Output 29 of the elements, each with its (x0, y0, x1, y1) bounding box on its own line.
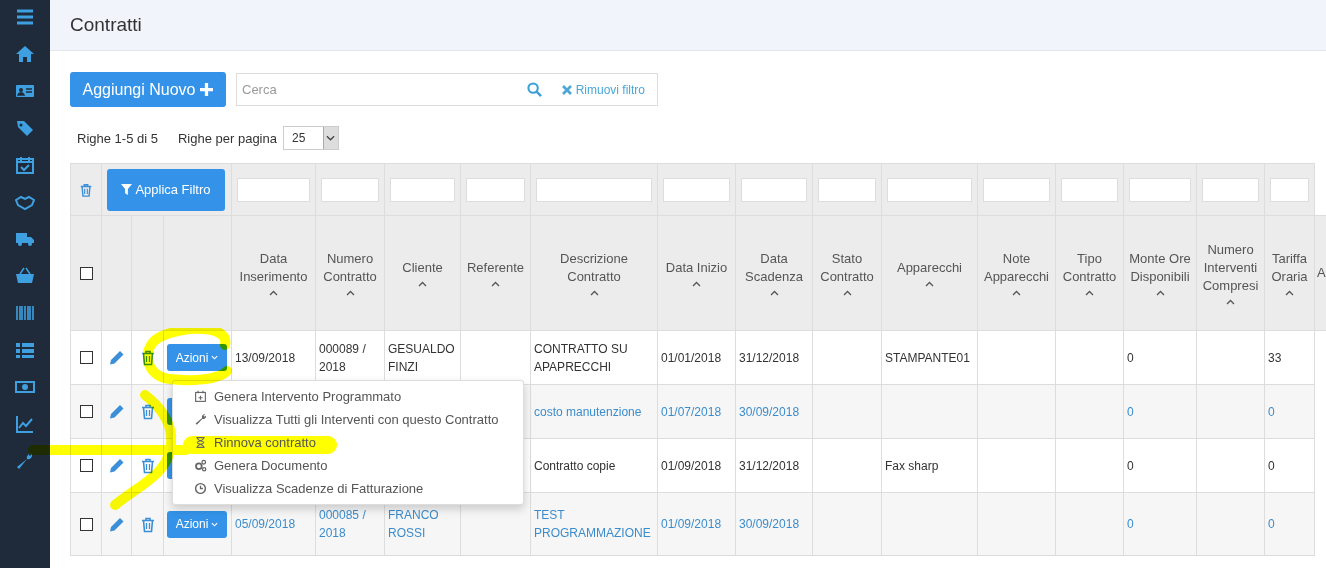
table-cell-text: CONTRATTO SU APAPRECCHI (534, 340, 629, 376)
column-header[interactable]: Data Inizio (663, 259, 730, 277)
menu-item[interactable]: Rinnova contratto (173, 431, 523, 454)
rows-per-page-select[interactable]: 25 (283, 126, 339, 150)
menu-item[interactable]: Visualizza Scadenze di Fatturazione (173, 477, 523, 500)
table-cell-text: 31/12/2018 (739, 457, 801, 475)
column-header[interactable]: A (1317, 264, 1326, 282)
table-cell-text: 01/01/2018 (661, 349, 723, 367)
column-header[interactable]: Referente (466, 259, 525, 277)
table-cell-text: GESUALDO FINZI (388, 340, 456, 376)
table-cell-text: 33 (1268, 349, 1283, 367)
column-header[interactable]: Cliente (390, 259, 455, 277)
menu-item[interactable]: Genera Documento (173, 454, 523, 477)
table-cell-text: 0 (1268, 457, 1276, 475)
page-title: Contratti (70, 14, 142, 36)
table-cell-text: STAMPANTE01 (885, 349, 971, 367)
table-cell-text: 01/09/2018 (661, 457, 723, 475)
table-cell-text: 13/09/2018 (235, 349, 297, 367)
column-header[interactable]: Apparecchi (887, 259, 972, 277)
table-cell-text: 0 (1127, 457, 1135, 475)
rows-per-page-label: Righe per pagina (177, 130, 277, 146)
table-cell-text: 31/12/2018 (739, 349, 801, 367)
menu-item[interactable]: Genera Intervento Programmato (173, 385, 523, 408)
table-cell-text: 0 (1127, 349, 1135, 367)
table-cell-text: 000089 / 2018 (319, 340, 367, 376)
rows-info: Righe 1-5 di 5 (77, 130, 158, 146)
table-cell-text: Fax sharp (885, 457, 940, 475)
table-cell-text: Contratto copie (534, 457, 617, 475)
menu-item[interactable]: Visualizza Tutti gli Interventi con questo Contratto (173, 408, 523, 431)
